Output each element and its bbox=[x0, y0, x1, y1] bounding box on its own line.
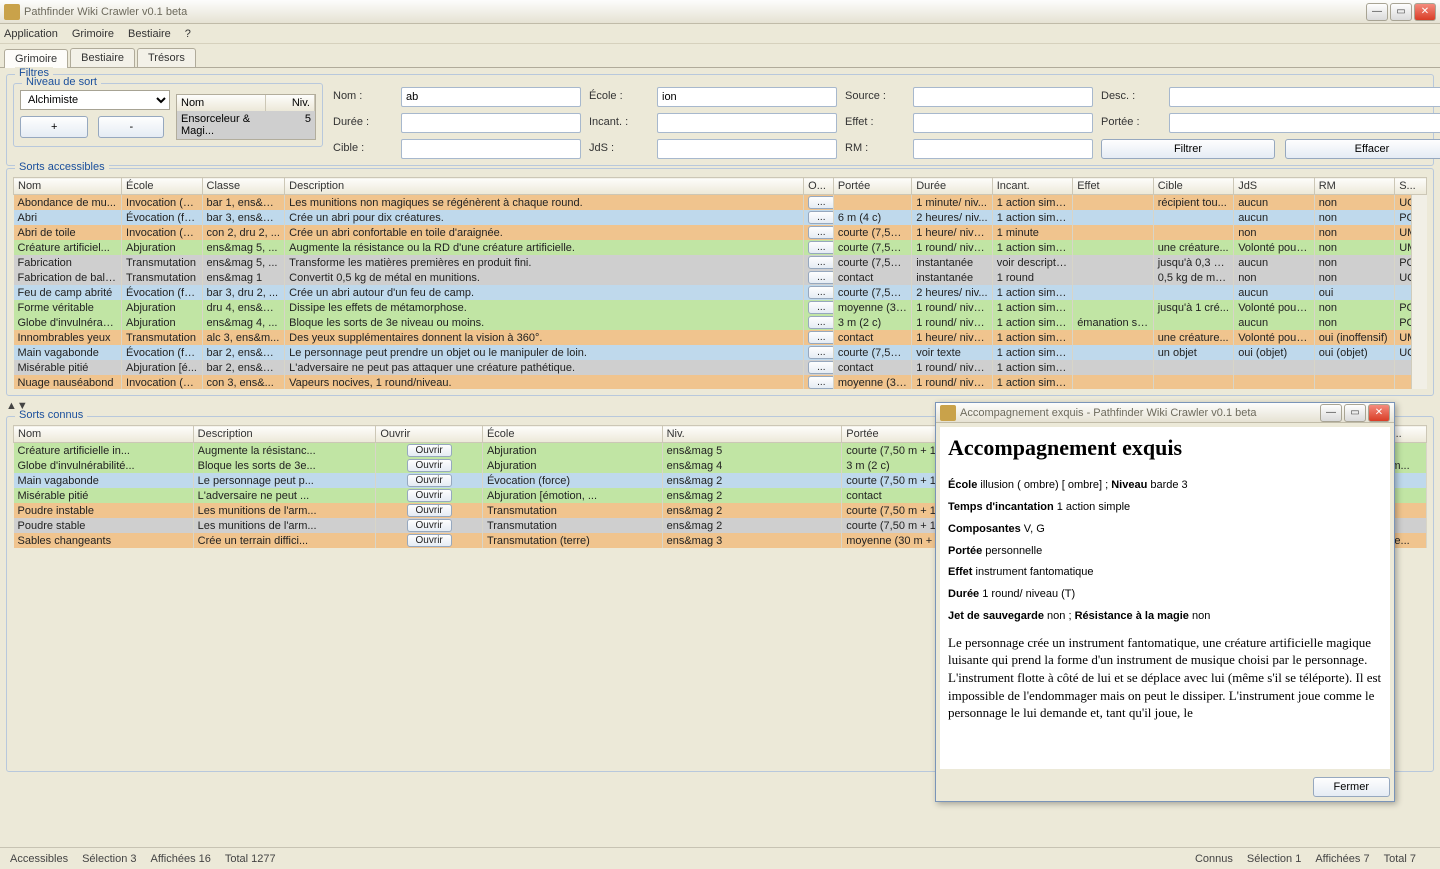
filter-effet[interactable] bbox=[913, 113, 1093, 133]
table-row[interactable]: Forme véritableAbjurationdru 4, ens&m...… bbox=[14, 300, 1427, 315]
filters-group: Filtres Niveau de sort Alchimiste + - No… bbox=[6, 74, 1434, 166]
table-row[interactable]: Abondance de mu...Invocation (c...bar 1,… bbox=[14, 195, 1427, 211]
table-row[interactable]: Innombrables yeuxTransmutationalc 3, ens… bbox=[14, 330, 1427, 345]
detail-heading: Accompagnement exquis bbox=[948, 435, 1382, 461]
filter-rm[interactable] bbox=[913, 139, 1093, 159]
main-titlebar: Pathfinder Wiki Crawler v0.1 beta — ▭ ✕ bbox=[0, 0, 1440, 24]
detail-close[interactable]: ✕ bbox=[1368, 404, 1390, 422]
level-table[interactable]: NomNiv. Ensorceleur & Magi...5 bbox=[176, 94, 316, 140]
detail-window: Accompagnement exquis - Pathfinder Wiki … bbox=[935, 402, 1395, 802]
detail-text: Le personnage crée un instrument fantoma… bbox=[948, 634, 1382, 722]
open-button[interactable]: Ouvrir bbox=[407, 504, 452, 517]
open-button[interactable]: ... bbox=[808, 361, 833, 374]
sorts-accessibles-group: Sorts accessibles Nom École Classe Descr… bbox=[6, 168, 1434, 396]
filter-jds[interactable] bbox=[657, 139, 837, 159]
sorts-accessibles-title: Sorts accessibles bbox=[15, 161, 109, 173]
main-tabs: Grimoire Bestiaire Trésors bbox=[0, 44, 1440, 68]
table-row[interactable]: FabricationTransmutationens&mag 5, ...Tr… bbox=[14, 255, 1427, 270]
table-row[interactable]: Abri de toileInvocation (c...con 2, dru … bbox=[14, 225, 1427, 240]
open-button[interactable]: Ouvrir bbox=[407, 534, 452, 547]
clear-button[interactable]: Effacer bbox=[1285, 139, 1440, 159]
filter-source[interactable] bbox=[913, 87, 1093, 107]
open-button[interactable]: ... bbox=[808, 211, 833, 224]
maximize-button[interactable]: ▭ bbox=[1390, 3, 1412, 21]
open-button[interactable]: ... bbox=[808, 256, 833, 269]
detail-app-icon bbox=[940, 405, 956, 421]
sorts-connus-title: Sorts connus bbox=[15, 409, 87, 421]
filter-cible[interactable] bbox=[401, 139, 581, 159]
table-row[interactable]: Nuage nauséabondInvocation (c...con 3, e… bbox=[14, 375, 1427, 389]
open-button[interactable]: ... bbox=[808, 271, 833, 284]
filter-desc[interactable] bbox=[1169, 87, 1440, 107]
detail-maximize[interactable]: ▭ bbox=[1344, 404, 1366, 422]
filter-nom[interactable] bbox=[401, 87, 581, 107]
tab-bestiaire[interactable]: Bestiaire bbox=[70, 48, 135, 67]
remove-level-button[interactable]: - bbox=[98, 116, 164, 138]
detail-minimize[interactable]: — bbox=[1320, 404, 1342, 422]
open-button[interactable]: Ouvrir bbox=[407, 459, 452, 472]
open-button[interactable]: ... bbox=[808, 316, 833, 329]
open-button[interactable]: ... bbox=[808, 376, 833, 389]
table-row[interactable]: Misérable pitiéAbjuration [é...bar 2, en… bbox=[14, 360, 1427, 375]
app-icon bbox=[4, 4, 20, 20]
detail-body: Accompagnement exquis École illusion ( o… bbox=[940, 427, 1390, 769]
filter-duree[interactable] bbox=[401, 113, 581, 133]
table-row[interactable]: Créature artificiel...Abjurationens&mag … bbox=[14, 240, 1427, 255]
filter-ecole[interactable] bbox=[657, 87, 837, 107]
open-button[interactable]: ... bbox=[808, 196, 833, 209]
niveau-title: Niveau de sort bbox=[22, 76, 101, 88]
class-select[interactable]: Alchimiste bbox=[20, 90, 170, 110]
table-row[interactable]: Globe d'invulnérab...Abjurationens&mag 4… bbox=[14, 315, 1427, 330]
level-col-nom: Nom bbox=[177, 95, 266, 111]
menubar: Application Grimoire Bestiaire ? bbox=[0, 24, 1440, 44]
scrollbar[interactable] bbox=[1411, 195, 1427, 389]
menu-bestiaire[interactable]: Bestiaire bbox=[128, 28, 171, 40]
close-button[interactable]: ✕ bbox=[1414, 3, 1436, 21]
table-row[interactable]: Feu de camp abritéÉvocation (fe...bar 3,… bbox=[14, 285, 1427, 300]
open-button[interactable]: ... bbox=[808, 331, 833, 344]
open-button[interactable]: ... bbox=[808, 241, 833, 254]
open-button[interactable]: Ouvrir bbox=[407, 489, 452, 502]
open-button[interactable]: ... bbox=[808, 226, 833, 239]
open-button[interactable]: Ouvrir bbox=[407, 444, 452, 457]
level-cell-nom[interactable]: Ensorceleur & Magi... bbox=[177, 111, 266, 139]
open-button[interactable]: Ouvrir bbox=[407, 474, 452, 487]
menu-application[interactable]: Application bbox=[4, 28, 58, 40]
menu-help[interactable]: ? bbox=[185, 28, 191, 40]
detail-close-button[interactable]: Fermer bbox=[1313, 777, 1390, 797]
filter-portee[interactable] bbox=[1169, 113, 1440, 133]
filter-incant[interactable] bbox=[657, 113, 837, 133]
table-row[interactable]: AbriÉvocation (fo...bar 3, ens&m...Crée … bbox=[14, 210, 1427, 225]
filter-button[interactable]: Filtrer bbox=[1101, 139, 1275, 159]
open-button[interactable]: ... bbox=[808, 346, 833, 359]
filter-fields: Nom : École : Source : Desc. : Durée : I… bbox=[333, 83, 1440, 159]
table-row[interactable]: Main vagabondeÉvocation (fo...bar 2, ens… bbox=[14, 345, 1427, 360]
sorts-accessibles-table[interactable]: Nom École Classe Description O... Portée… bbox=[13, 177, 1427, 389]
window-title: Pathfinder Wiki Crawler v0.1 beta bbox=[24, 6, 1366, 18]
statusbar: Accessibles Sélection 3 Affichées 16 Tot… bbox=[0, 847, 1440, 869]
level-col-niv: Niv. bbox=[266, 95, 315, 111]
open-button[interactable]: Ouvrir bbox=[407, 519, 452, 532]
open-button[interactable]: ... bbox=[808, 286, 833, 299]
tab-tresors[interactable]: Trésors bbox=[137, 48, 196, 67]
table-row[interactable]: Fabrication de ballesTransmutationens&ma… bbox=[14, 270, 1427, 285]
minimize-button[interactable]: — bbox=[1366, 3, 1388, 21]
level-cell-niv[interactable]: 5 bbox=[266, 111, 315, 139]
tab-grimoire[interactable]: Grimoire bbox=[4, 49, 68, 68]
add-level-button[interactable]: + bbox=[20, 116, 88, 138]
menu-grimoire[interactable]: Grimoire bbox=[72, 28, 114, 40]
open-button[interactable]: ... bbox=[808, 301, 833, 314]
detail-title: Accompagnement exquis - Pathfinder Wiki … bbox=[960, 407, 1320, 419]
